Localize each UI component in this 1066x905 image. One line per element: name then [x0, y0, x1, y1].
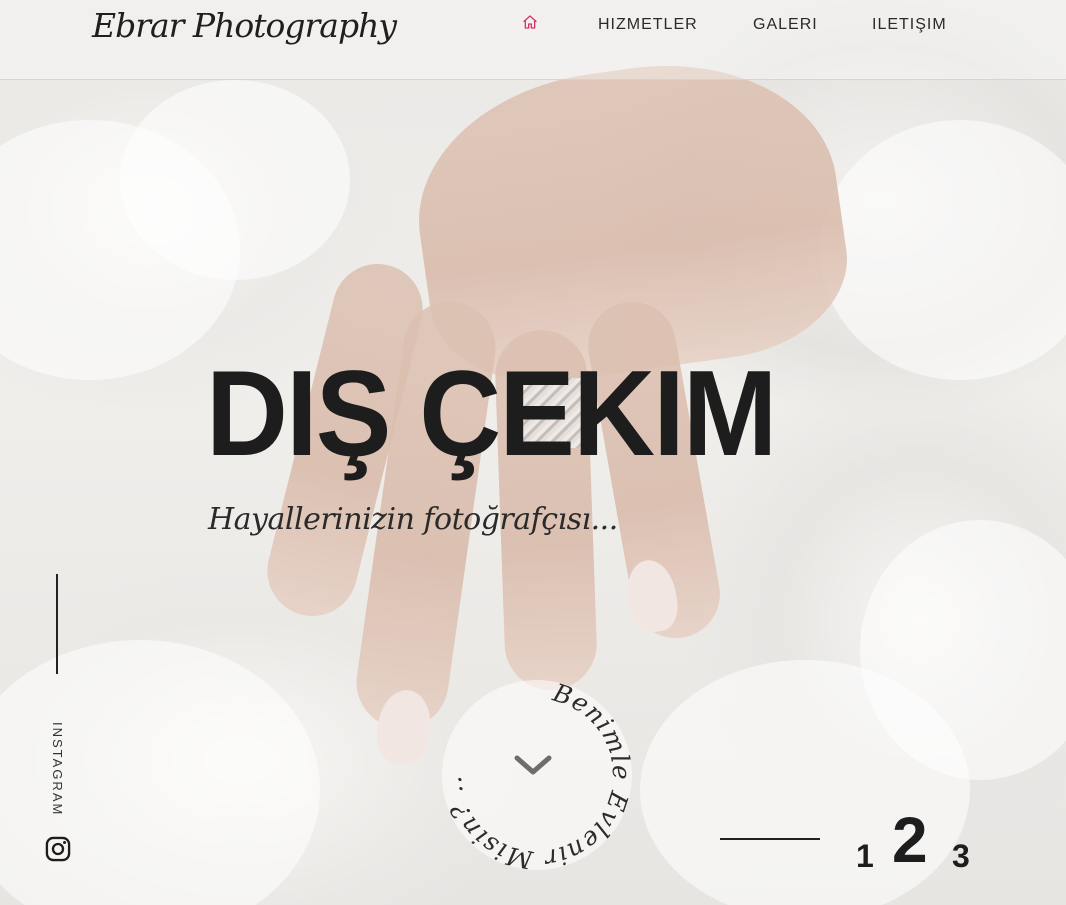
hero-subtitle: Hayallerinizin fotoğrafçısı... [208, 502, 618, 537]
instagram-label[interactable]: INSTAGRAM [49, 722, 65, 822]
instagram-icon[interactable] [44, 835, 72, 863]
orchid-petal [0, 640, 320, 905]
pager-progress-line [720, 838, 820, 840]
pager-page-1[interactable]: 1 [856, 840, 874, 872]
home-icon[interactable] [522, 14, 538, 30]
chevron-down-icon[interactable] [512, 750, 554, 780]
orchid-petal [120, 80, 350, 280]
side-divider-line [56, 574, 58, 674]
site-header: Ebrar Photography HIZMETLER GALERI ILETI… [0, 0, 1066, 80]
main-nav: HIZMETLER GALERI ILETIŞIM [0, 14, 1066, 36]
orchid-petal [820, 120, 1066, 380]
pager-page-3[interactable]: 3 [952, 840, 970, 872]
nav-item-hizmetler[interactable]: HIZMETLER [598, 16, 698, 34]
hero-title: DIŞ ÇEKIM [206, 345, 777, 481]
nav-item-iletisim[interactable]: ILETIŞIM [872, 16, 947, 34]
nav-item-galeri[interactable]: GALERI [753, 16, 818, 34]
pager-page-2-active[interactable]: 2 [892, 808, 928, 872]
